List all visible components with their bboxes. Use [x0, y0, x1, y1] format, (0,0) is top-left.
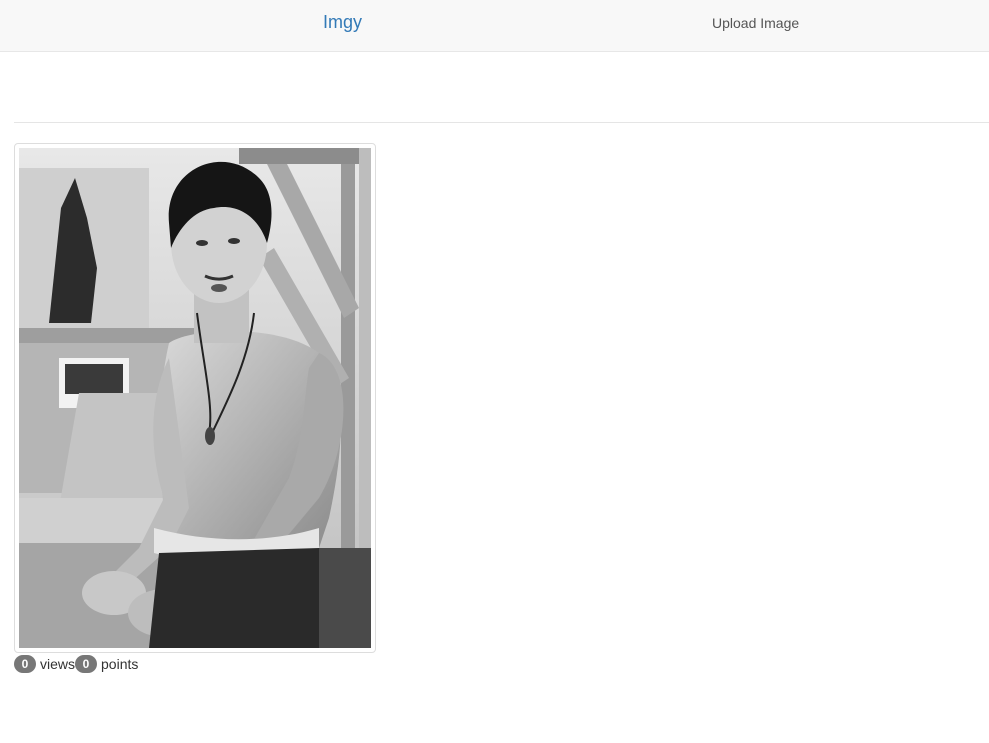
photo — [19, 148, 371, 648]
divider — [14, 122, 989, 123]
brand-link[interactable]: Imgy — [323, 12, 362, 33]
points-count-badge: 0 — [75, 655, 98, 673]
views-label: views — [40, 656, 76, 672]
image-thumbnail[interactable] — [14, 143, 376, 653]
points-label: points — [101, 656, 139, 672]
upload-image-link[interactable]: Upload Image — [712, 15, 799, 31]
top-navbar: Imgy Upload Image — [0, 0, 989, 52]
image-stats: 0 views 0 points — [14, 655, 138, 673]
views-count-badge: 0 — [14, 655, 36, 673]
